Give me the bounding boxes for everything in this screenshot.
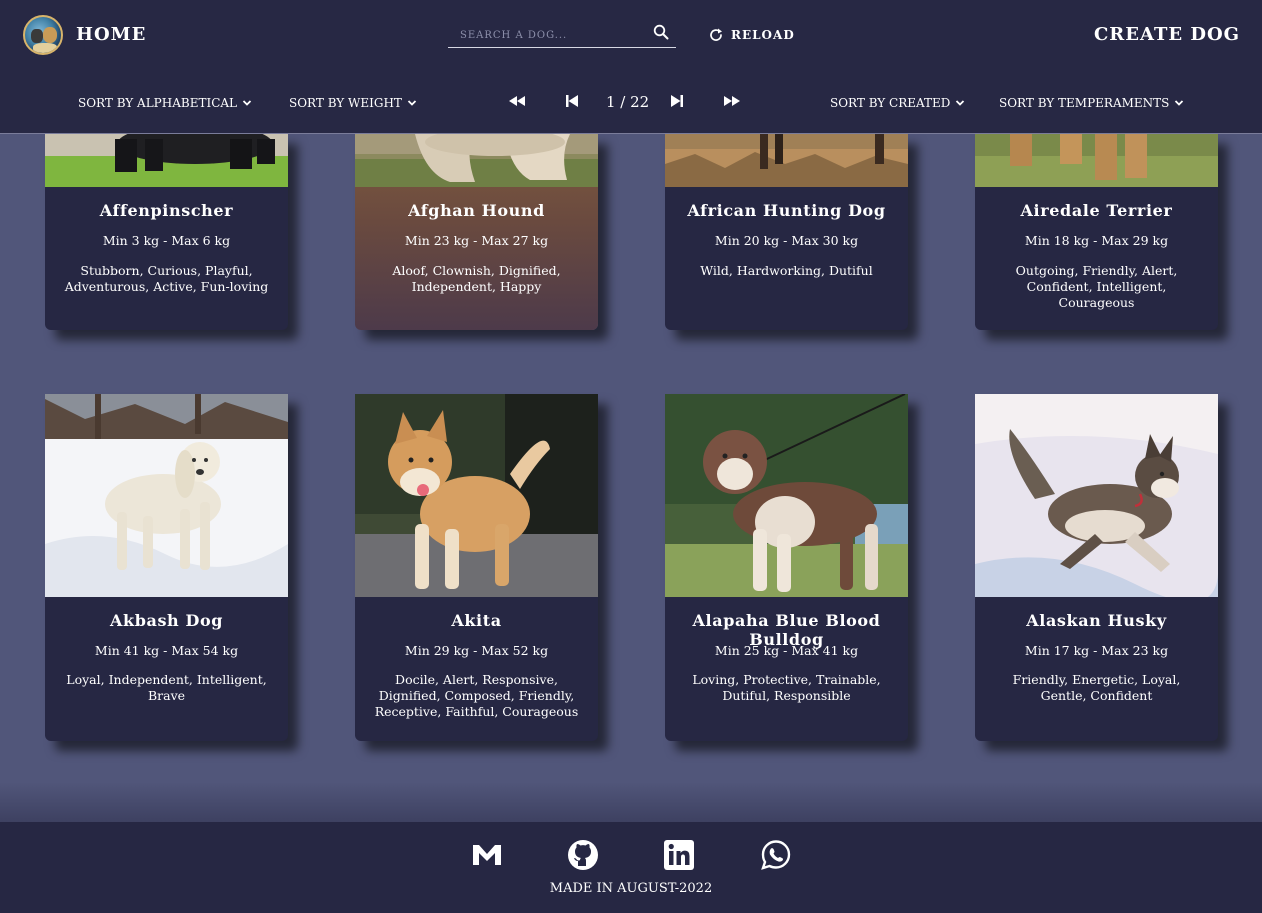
reload-icon [710,28,722,41]
create-dog-link[interactable]: CREATE DOG [1094,24,1240,45]
dog-name: Affenpinscher [99,201,234,220]
dog-weight: Min 17 kg - Max 23 kg [1024,643,1169,658]
dog-temperaments: Docile, Alert, Responsive, Dignified, Co… [374,672,579,719]
previous-page-icon[interactable] [563,93,581,109]
sort-temperaments-dropdown[interactable]: SORT BY TEMPERAMENTS [999,95,1184,111]
dog-weight: Min 25 kg - Max 41 kg [714,643,859,658]
dog-card[interactable]: African Hunting Dog Min 20 kg - Max 30 k… [665,134,908,330]
dog-photo-afghan-hound [355,134,598,187]
dog-photo-akita [355,394,598,597]
last-page-icon[interactable] [723,93,741,109]
footer-credit: MADE IN AUGUST-2022 [549,881,713,896]
chevron-down-icon [407,100,417,106]
dog-temperaments: Friendly, Energetic, Loyal, Gentle, Conf… [1012,672,1181,703]
dog-name: Akita [451,611,502,630]
dog-temperaments: Loyal, Independent, Intelligent, Brave [66,672,267,703]
dog-card[interactable]: Affenpinscher Min 3 kg - Max 6 kg Stubbo… [45,134,288,330]
dog-weight: Min 20 kg - Max 30 kg [714,233,859,248]
home-link[interactable]: HOME [76,24,146,45]
sort-temperaments-label: SORT BY TEMPERAMENTS [999,96,1170,110]
github-icon[interactable] [567,839,599,871]
reload-label: RELOAD [731,28,795,42]
page-indicator: 1 / 22 [606,93,650,111]
search-input[interactable] [460,26,640,44]
sort-weight-label: SORT BY WEIGHT [289,96,402,110]
dog-name: Alaskan Husky [1026,611,1167,630]
dog-temperaments: Outgoing, Friendly, Alert, Confident, In… [1015,263,1178,310]
linkedin-icon[interactable] [663,839,695,871]
dog-photo-affenpinscher [45,134,288,187]
dog-temperaments: Aloof, Clownish, Dignified, Independent,… [392,263,561,294]
logo-dogs-icon[interactable] [23,15,63,55]
dog-photo-alapaha-blue-blood-bulldog [665,394,908,597]
dog-card[interactable]: Akita Min 29 kg - Max 52 kg Docile, Aler… [355,394,598,741]
sort-created-label: SORT BY CREATED [830,96,951,110]
gmail-icon[interactable] [471,839,503,871]
chevron-down-icon [956,100,965,106]
dog-photo-akbash-dog [45,394,288,597]
dog-name: Afghan Hound [408,201,545,220]
next-page-icon[interactable] [668,93,686,109]
dog-name: African Hunting Dog [687,201,886,220]
dog-temperaments: Wild, Hardworking, Dutiful [700,263,873,278]
chevron-down-icon [1175,100,1184,106]
search-icon[interactable] [653,24,669,40]
sort-weight-dropdown[interactable]: SORT BY WEIGHT [289,95,417,111]
dog-temperaments: Loving, Protective, Trainable, Dutiful, … [692,672,881,703]
footer: MADE IN AUGUST-2022 [0,782,1262,913]
dog-photo-alaskan-husky [975,394,1218,597]
sort-alphabetical-label: SORT BY ALPHABETICAL [78,96,238,110]
dog-card[interactable]: Alapaha Blue Blood Bulldog Min 25 kg - M… [665,394,908,741]
search-bar [448,20,676,48]
whatsapp-icon[interactable] [760,839,792,871]
first-page-icon[interactable] [508,93,526,109]
sort-created-dropdown[interactable]: SORT BY CREATED [830,95,965,111]
chevron-down-icon [242,100,252,106]
dog-weight: Min 3 kg - Max 6 kg [102,233,231,248]
reload-button[interactable]: RELOAD [708,26,795,44]
dog-name: Airedale Terrier [1020,201,1173,220]
dog-card[interactable]: Airedale Terrier Min 18 kg - Max 29 kg O… [975,134,1218,330]
top-navbar: HOME RELOAD CREATE DOG SORT BY ALPHABETI… [0,0,1262,134]
dog-weight: Min 41 kg - Max 54 kg [94,643,239,658]
dog-photo-airedale-terrier [975,134,1218,187]
dog-card[interactable]: Alaskan Husky Min 17 kg - Max 23 kg Frie… [975,394,1218,741]
dog-weight: Min 23 kg - Max 27 kg [404,233,549,248]
sort-alphabetical-dropdown[interactable]: SORT BY ALPHABETICAL [78,95,252,111]
dog-name: Akbash Dog [110,611,223,630]
dog-photo-african-hunting-dog [665,134,908,187]
dog-card[interactable]: Afghan Hound Min 23 kg - Max 27 kg Aloof… [355,134,598,330]
dog-card[interactable]: Akbash Dog Min 41 kg - Max 54 kg Loyal, … [45,394,288,741]
dog-temperaments: Stubborn, Curious, Playful, Adventurous,… [64,263,269,294]
dog-weight: Min 18 kg - Max 29 kg [1024,233,1169,248]
dog-weight: Min 29 kg - Max 52 kg [404,643,549,658]
